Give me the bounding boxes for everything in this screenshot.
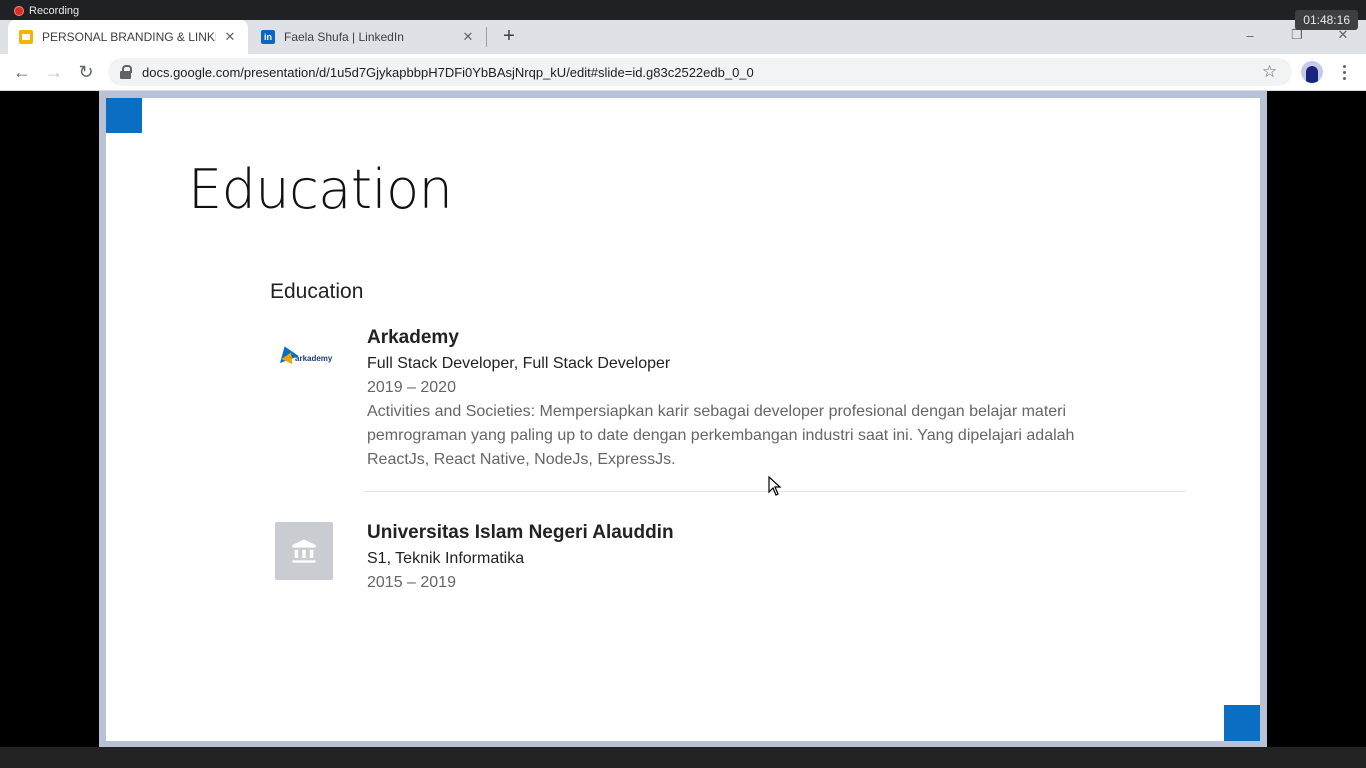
- dates: 2015 – 2019: [367, 574, 456, 591]
- close-tab-icon[interactable]: ✕: [222, 29, 238, 45]
- tab-linkedin[interactable]: in Faela Shufa | LinkedIn ✕: [250, 20, 486, 54]
- back-button[interactable]: ←: [10, 60, 34, 84]
- profile-avatar[interactable]: [1301, 61, 1323, 83]
- google-slides-icon: [18, 29, 34, 45]
- minimize-button[interactable]: –: [1230, 22, 1270, 48]
- entry-details: Universitas Islam Negeri Alauddin S1, Te…: [367, 521, 1107, 595]
- school-name: Arkademy: [367, 327, 459, 348]
- accent-square-bottom-right: [1224, 705, 1260, 741]
- tab-title: Faela Shufa | LinkedIn: [284, 30, 404, 44]
- recording-label: Recording: [29, 5, 80, 17]
- browser-menu-icon[interactable]: [1336, 61, 1352, 83]
- bookmark-star-icon[interactable]: ☆: [1262, 62, 1277, 82]
- url-text[interactable]: docs.google.com/presentation/d/1u5d7Gjyk…: [142, 65, 754, 80]
- linkedin-icon: in: [260, 29, 276, 45]
- close-tab-icon[interactable]: ✕: [460, 29, 476, 45]
- slide-title: Education: [188, 158, 453, 221]
- logo-wordmark: arkademy: [295, 354, 333, 363]
- record-icon: [14, 6, 24, 16]
- presentation-area: Education Education arkademy Arkademy Fu…: [0, 91, 1366, 768]
- degree: Full Stack Developer, Full Stack Develop…: [367, 355, 671, 372]
- description: Activities and Societies: Mempersiapkan …: [367, 403, 1075, 468]
- forward-button[interactable]: →: [42, 60, 66, 84]
- institution-icon: [275, 522, 333, 580]
- section-heading: Education: [270, 280, 364, 303]
- lock-icon: [120, 65, 132, 79]
- recording-indicator: Recording: [14, 4, 79, 18]
- recording-timer: 01:48:16: [1295, 10, 1358, 30]
- slide-frame: Education Education arkademy Arkademy Fu…: [99, 91, 1267, 747]
- reload-button[interactable]: ↻: [74, 60, 98, 84]
- tab-personal-branding[interactable]: PERSONAL BRANDING & LINKEDIN ✕: [8, 20, 248, 54]
- school-name: Universitas Islam Negeri Alauddin: [367, 522, 674, 543]
- bottom-bar: [0, 747, 1366, 768]
- browser-toolbar: ← → ↻ docs.google.com/presentation/d/1u5…: [0, 54, 1366, 91]
- slide: Education Education arkademy Arkademy Fu…: [106, 98, 1260, 741]
- tab-separator: [486, 27, 487, 47]
- dates: 2019 – 2020: [367, 379, 456, 396]
- accent-square-top-left: [106, 98, 142, 133]
- tab-strip: PERSONAL BRANDING & LINKEDIN ✕ in Faela …: [0, 20, 1366, 54]
- entry-details: Arkademy Full Stack Developer, Full Stac…: [367, 326, 1107, 472]
- recording-bar: Recording: [0, 0, 1366, 20]
- new-tab-button[interactable]: +: [498, 25, 520, 47]
- address-bar[interactable]: docs.google.com/presentation/d/1u5d7Gjyk…: [108, 58, 1292, 86]
- arkademy-logo: arkademy: [274, 328, 334, 388]
- tab-title: PERSONAL BRANDING & LINKEDIN: [42, 30, 216, 44]
- mouse-cursor-icon: [768, 476, 782, 496]
- degree: S1, Teknik Informatika: [367, 550, 525, 567]
